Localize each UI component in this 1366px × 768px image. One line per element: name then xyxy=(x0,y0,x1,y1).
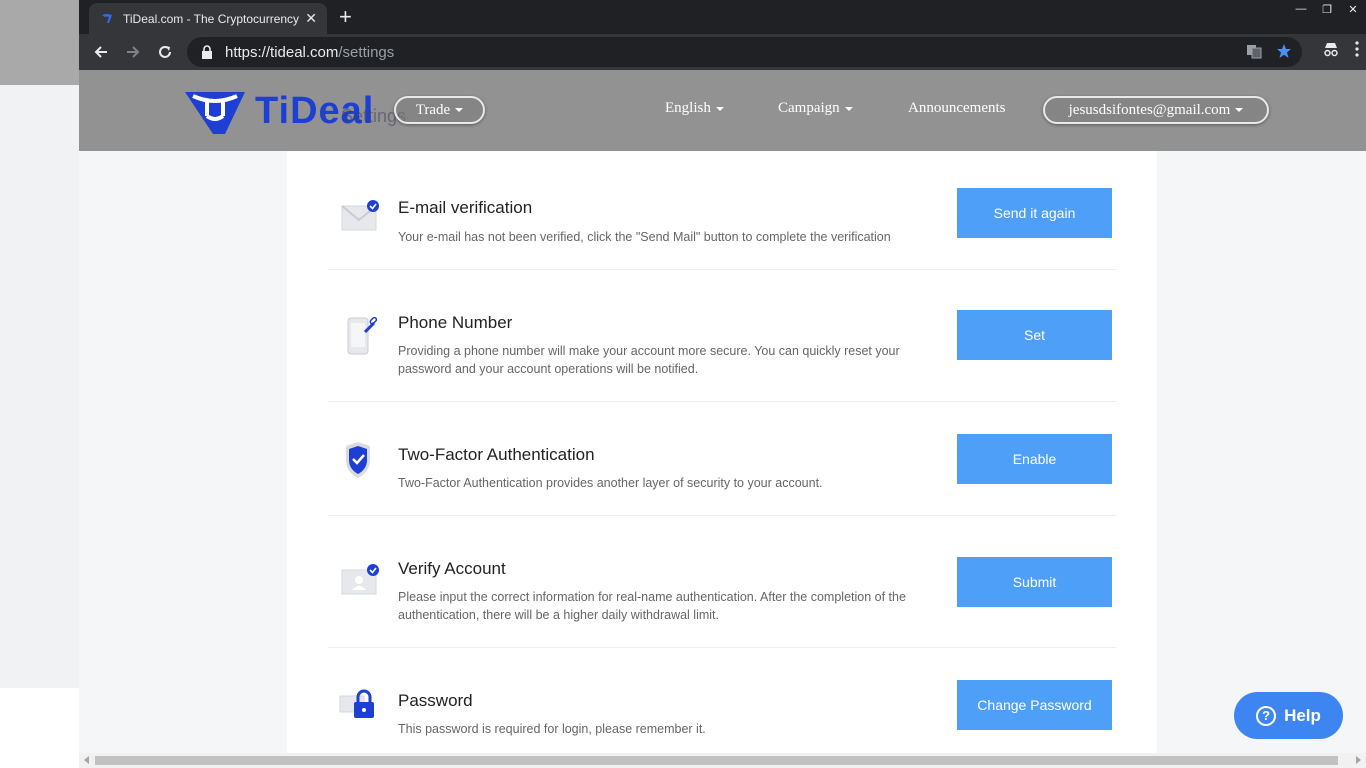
horizontal-scrollbar[interactable] xyxy=(79,753,1366,768)
tideal-favicon-icon xyxy=(99,11,115,27)
row-description: Please input the correct information for… xyxy=(398,590,906,622)
row-title: E-mail verification xyxy=(398,198,533,217)
trade-dropdown[interactable]: Trade xyxy=(394,96,485,124)
settings-row-password: Password This password is required for l… xyxy=(328,648,1116,753)
scrollbar-thumb[interactable] xyxy=(95,756,1338,765)
chevron-down-icon xyxy=(1235,108,1244,112)
change-password-button[interactable]: Change Password xyxy=(957,680,1112,730)
lock-icon xyxy=(201,45,213,59)
campaign-dropdown[interactable]: Campaign xyxy=(778,100,853,117)
row-description: Providing a phone number will make your … xyxy=(398,344,900,376)
restore-icon[interactable]: ❐ xyxy=(1314,0,1340,18)
language-label: English xyxy=(665,100,711,116)
chevron-down-icon xyxy=(844,106,853,111)
settings-card: E-mail verification Your e-mail has not … xyxy=(287,80,1157,753)
envelope-check-icon xyxy=(338,196,382,240)
account-dropdown[interactable]: jesusdsifontes@gmail.com xyxy=(1043,96,1269,124)
reload-icon[interactable] xyxy=(153,40,177,64)
window-controls: — ❐ ✕ xyxy=(1288,0,1366,18)
announcements-link[interactable]: Announcements xyxy=(908,100,1005,117)
question-mark-icon: ? xyxy=(1256,705,1277,726)
row-title: Phone Number xyxy=(398,313,513,332)
phone-link-icon xyxy=(338,314,382,358)
menu-dots-icon[interactable] xyxy=(1354,40,1360,63)
close-tab-icon[interactable]: ✕ xyxy=(305,10,317,27)
send-it-again-button[interactable]: Send it again xyxy=(957,188,1112,238)
set-phone-button[interactable]: Set xyxy=(957,310,1112,360)
desktop-background-middle xyxy=(0,85,79,688)
address-bar[interactable]: https://tideal.com/settings xyxy=(187,37,1302,67)
settings-row-verify: Verify Account Please input the correct … xyxy=(328,516,1116,648)
incognito-icon[interactable] xyxy=(1322,40,1340,63)
enable-2fa-button[interactable]: Enable xyxy=(957,434,1112,484)
tab-bar: TiDeal.com - The Cryptocurrency Ex ✕ + —… xyxy=(79,0,1366,34)
browser-toolbar: https://tideal.com/settings xyxy=(79,34,1366,70)
back-arrow-icon[interactable] xyxy=(89,40,113,64)
scroll-left-icon[interactable] xyxy=(84,756,89,764)
scroll-right-icon[interactable] xyxy=(1356,756,1361,764)
help-label: Help xyxy=(1284,705,1321,725)
chevron-down-icon xyxy=(455,108,464,112)
row-description: This password is required for login, ple… xyxy=(398,722,706,736)
account-email: jesusdsifontes@gmail.com xyxy=(1068,101,1231,118)
desktop-background-top xyxy=(0,0,79,85)
row-description: Your e-mail has not been verified, click… xyxy=(398,230,891,244)
trade-label: Trade xyxy=(415,101,451,118)
language-dropdown[interactable]: English xyxy=(665,100,724,117)
forward-arrow-icon[interactable] xyxy=(121,40,145,64)
shield-check-icon xyxy=(338,438,382,482)
settings-row-email: E-mail verification Your e-mail has not … xyxy=(328,158,1116,270)
browser-tab[interactable]: TiDeal.com - The Cryptocurrency Ex ✕ xyxy=(89,3,327,34)
close-window-icon[interactable]: ✕ xyxy=(1340,0,1366,18)
url-path: /settings xyxy=(338,43,395,61)
chevron-down-icon xyxy=(715,106,724,111)
submit-verification-button[interactable]: Submit xyxy=(957,557,1112,607)
padlock-icon xyxy=(338,684,382,728)
id-card-icon xyxy=(338,560,382,604)
help-button[interactable]: ? Help xyxy=(1234,692,1343,739)
row-title: Two-Factor Authentication xyxy=(398,445,595,464)
settings-row-phone: Phone Number Providing a phone number wi… xyxy=(328,270,1116,402)
row-title: Verify Account xyxy=(398,559,506,578)
bookmark-star-icon[interactable] xyxy=(1276,43,1292,64)
row-description: Two-Factor Authentication provides anoth… xyxy=(398,476,823,490)
page-viewport: E-mail verification Your e-mail has not … xyxy=(79,70,1366,753)
campaign-label: Campaign xyxy=(778,100,840,116)
translate-icon[interactable] xyxy=(1246,43,1262,64)
row-title: Password xyxy=(398,691,473,710)
settings-row-2fa: Two-Factor Authentication Two-Factor Aut… xyxy=(328,402,1116,516)
tab-title: TiDeal.com - The Cryptocurrency Ex xyxy=(123,11,301,26)
browser-window: TiDeal.com - The Cryptocurrency Ex ✕ + —… xyxy=(79,0,1366,768)
minimize-icon[interactable]: — xyxy=(1288,0,1314,18)
url-host: https://tideal.com xyxy=(225,43,339,61)
tideal-logo-icon xyxy=(185,92,245,134)
new-tab-icon[interactable]: + xyxy=(339,5,352,29)
site-header: TiDeal Settings Trade English Campaign A… xyxy=(79,70,1366,151)
desktop-background-bottom xyxy=(0,688,79,768)
